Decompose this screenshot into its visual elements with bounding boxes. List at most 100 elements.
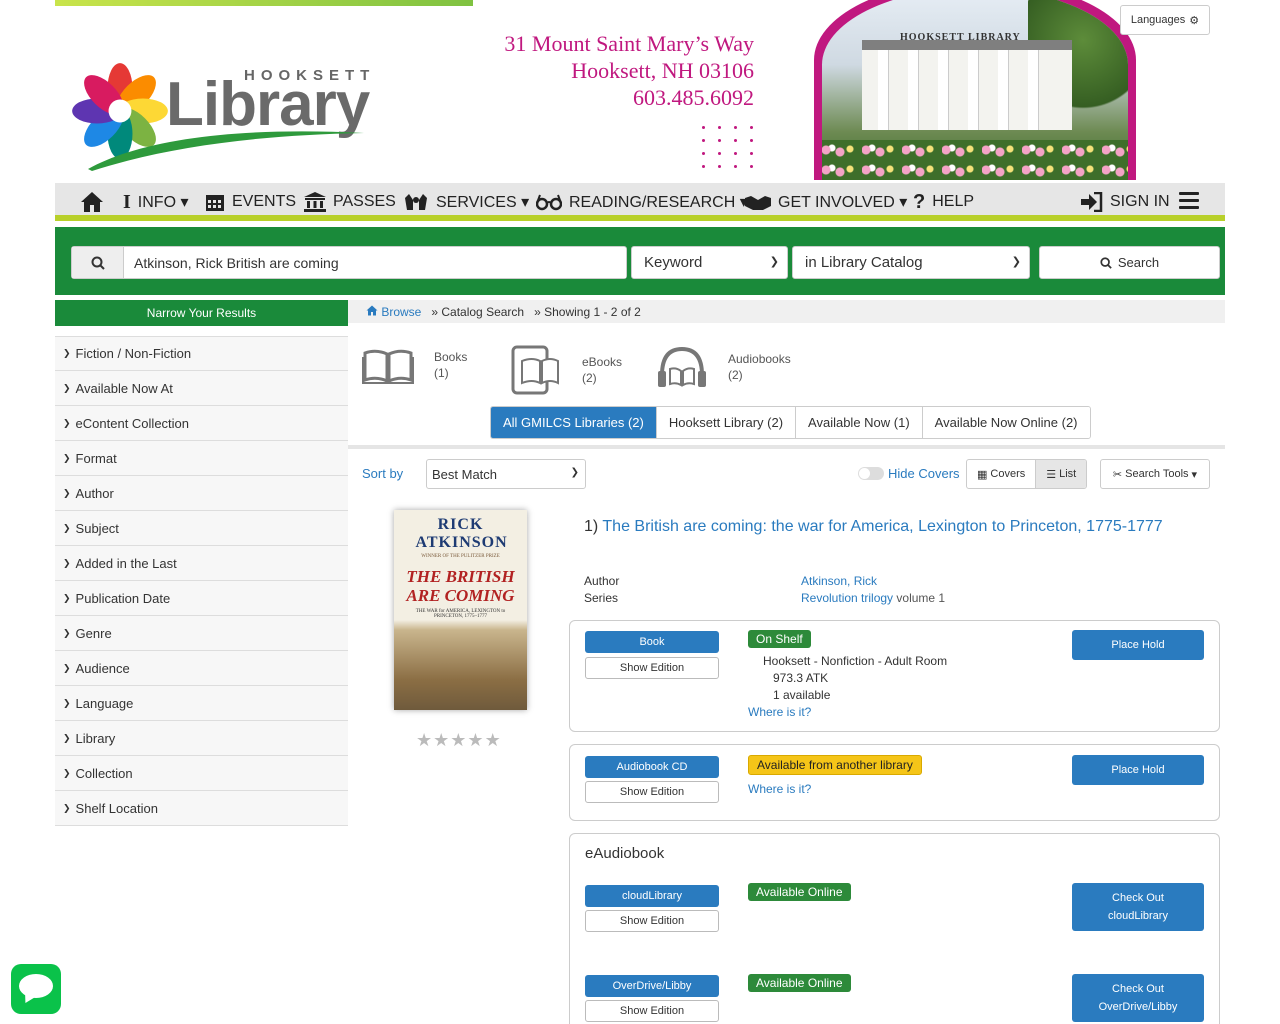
check-out-provider: cloudLibrary: [1108, 910, 1168, 922]
facet-item[interactable]: ❯ Subject: [55, 511, 348, 546]
nav-home[interactable]: [80, 183, 104, 221]
facet-label: Shelf Location: [75, 800, 158, 816]
star-icon[interactable]: ★: [433, 731, 449, 749]
sort-select[interactable]: Best Match ❯: [426, 459, 586, 489]
facet-item[interactable]: ❯ Language: [55, 686, 348, 721]
series-link[interactable]: Revolution trilogy: [801, 591, 893, 605]
facet-item[interactable]: ❯ Library: [55, 721, 348, 756]
scope-tab-available-online[interactable]: Available Now Online (2): [921, 407, 1090, 438]
breadcrumb-browse[interactable]: Browse: [366, 305, 421, 319]
sign-in-icon: [1081, 192, 1103, 212]
nav-help[interactable]: ? HELP: [913, 183, 974, 221]
check-out-label: Check Out: [1112, 983, 1164, 995]
sign-in-link[interactable]: SIGN IN: [1081, 183, 1170, 221]
nav-info[interactable]: i INFO ▾: [123, 183, 189, 221]
chevron-right-icon: ❯: [63, 522, 71, 533]
status-badge-available-online: Available Online: [748, 883, 851, 901]
narrow-results-title: Narrow Your Results: [55, 300, 348, 326]
star-icon[interactable]: ★: [467, 731, 483, 749]
rating-stars[interactable]: ★ ★ ★ ★ ★: [416, 731, 501, 749]
museum-icon: [304, 192, 326, 212]
sign-in-label: SIGN IN: [1110, 193, 1170, 210]
book-cover[interactable]: RICK ATKINSON WINNER OF THE PULITZER PRI…: [394, 510, 527, 710]
address-line-2: Hooksett, NH 03106: [571, 58, 754, 83]
search-scope-select[interactable]: in Library Catalog ❯: [792, 246, 1030, 279]
gear-icon: ⚙: [1189, 14, 1200, 27]
format-button-book[interactable]: Book: [585, 631, 719, 653]
facet-item[interactable]: ❯ Available Now At: [55, 371, 348, 406]
covers-view-button[interactable]: ▦ Covers: [967, 460, 1035, 488]
breadcrumb-catalog-search[interactable]: » Catalog Search: [431, 305, 524, 319]
check-out-overdrive-button[interactable]: Check Out OverDrive/Libby: [1072, 974, 1204, 1022]
show-edition-button[interactable]: Show Edition: [585, 781, 719, 803]
where-is-it-link[interactable]: Where is it?: [748, 705, 811, 719]
nav-events[interactable]: EVENTS: [205, 183, 296, 221]
facet-item[interactable]: ❯ Audience: [55, 651, 348, 686]
format-ebooks-label: eBooks: [582, 355, 623, 369]
library-building-photo: HOOKSETT LIBRARY: [814, 0, 1136, 180]
scope-tab-available-now[interactable]: Available Now (1): [795, 407, 922, 438]
place-hold-button[interactable]: Place Hold: [1072, 630, 1204, 660]
facet-label: Language: [75, 695, 134, 711]
format-filter-audiobooks[interactable]: Audiobooks (2): [656, 345, 791, 389]
result-index: 1): [584, 518, 599, 535]
search-bar: Keyword ❯ in Library Catalog ❯ Search: [55, 227, 1225, 295]
star-icon[interactable]: ★: [485, 731, 501, 749]
nav-help-label: HELP: [932, 193, 975, 210]
menu-hamburger-icon[interactable]: [1179, 192, 1199, 210]
format-button-cloudlibrary[interactable]: cloudLibrary: [585, 885, 719, 907]
chevron-right-icon: ❯: [63, 732, 71, 743]
check-out-cloudlibrary-button[interactable]: Check Out cloudLibrary: [1072, 883, 1204, 931]
facet-label: Format: [75, 450, 117, 466]
facet-item[interactable]: ❯ Added in the Last: [55, 546, 348, 581]
cover-title: THE BRITISH ARE COMING: [406, 567, 515, 605]
chevron-down-icon: ❯: [1011, 256, 1021, 268]
languages-button[interactable]: Languages ⚙: [1120, 5, 1210, 35]
show-edition-button[interactable]: Show Edition: [585, 1000, 719, 1022]
nav-get-involved[interactable]: GET INVOLVED ▾: [745, 183, 907, 221]
facet-label: Collection: [75, 765, 133, 781]
format-button-audiobook-cd[interactable]: Audiobook CD: [585, 756, 719, 778]
handshake-icon: [745, 196, 771, 210]
chevron-right-icon: ❯: [63, 452, 71, 463]
facet-item[interactable]: ❯ Collection: [55, 756, 348, 791]
facet-item[interactable]: ❯ Author: [55, 476, 348, 511]
facet-item[interactable]: ❯ Genre: [55, 616, 348, 651]
list-view-button[interactable]: ☰ List: [1035, 460, 1087, 488]
format-filter-books[interactable]: Books (1): [362, 345, 467, 385]
search-icon: [72, 247, 124, 278]
search-button[interactable]: Search: [1039, 246, 1220, 279]
format-filter-ebooks[interactable]: eBooks (2): [510, 345, 622, 395]
show-edition-button[interactable]: Show Edition: [585, 910, 719, 932]
star-icon[interactable]: ★: [416, 731, 432, 749]
format-button-overdrive[interactable]: OverDrive/Libby: [585, 975, 719, 997]
result-title-link[interactable]: The British are coming: the war for Amer…: [602, 518, 1162, 535]
facet-item[interactable]: ❯ eContent Collection: [55, 406, 348, 441]
hide-covers-toggle[interactable]: [858, 467, 884, 480]
author-link[interactable]: Atkinson, Rick: [801, 573, 877, 590]
search-type-select[interactable]: Keyword ❯: [631, 246, 788, 279]
place-hold-button[interactable]: Place Hold: [1072, 755, 1204, 785]
nav-passes[interactable]: PASSES: [304, 183, 396, 221]
facet-item[interactable]: ❯ Shelf Location: [55, 791, 348, 826]
shelf-location: Hooksett - Nonfiction - Adult Room: [763, 654, 948, 668]
facet-item[interactable]: ❯ Publication Date: [55, 581, 348, 616]
search-tools-button[interactable]: ✂ Search Tools ▾: [1100, 459, 1210, 489]
library-logo[interactable]: HOOKSETT Library: [68, 55, 378, 173]
star-icon[interactable]: ★: [450, 731, 466, 749]
info-icon: i: [123, 190, 131, 213]
where-is-it-link[interactable]: Where is it?: [748, 782, 811, 796]
scope-tab-hooksett[interactable]: Hooksett Library (2): [655, 407, 796, 438]
hide-covers-label[interactable]: Hide Covers: [888, 466, 960, 481]
scope-tab-all-gmilcs[interactable]: All GMILCS Libraries (2): [491, 407, 656, 438]
nav-services[interactable]: SERVICES ▾: [403, 183, 529, 221]
facet-item[interactable]: ❯ Format: [55, 441, 348, 476]
chat-widget-icon[interactable]: [11, 964, 61, 1014]
show-edition-button[interactable]: Show Edition: [585, 657, 719, 679]
chevron-right-icon: ❯: [63, 557, 71, 568]
facet-label: Fiction / Non-Fiction: [75, 346, 192, 361]
nav-reading-research[interactable]: READING/RESEARCH ▾: [536, 183, 748, 221]
facet-item[interactable]: ❯ Fiction / Non-Fiction: [55, 336, 348, 371]
search-input[interactable]: [124, 247, 626, 278]
chevron-right-icon: ❯: [63, 348, 71, 358]
